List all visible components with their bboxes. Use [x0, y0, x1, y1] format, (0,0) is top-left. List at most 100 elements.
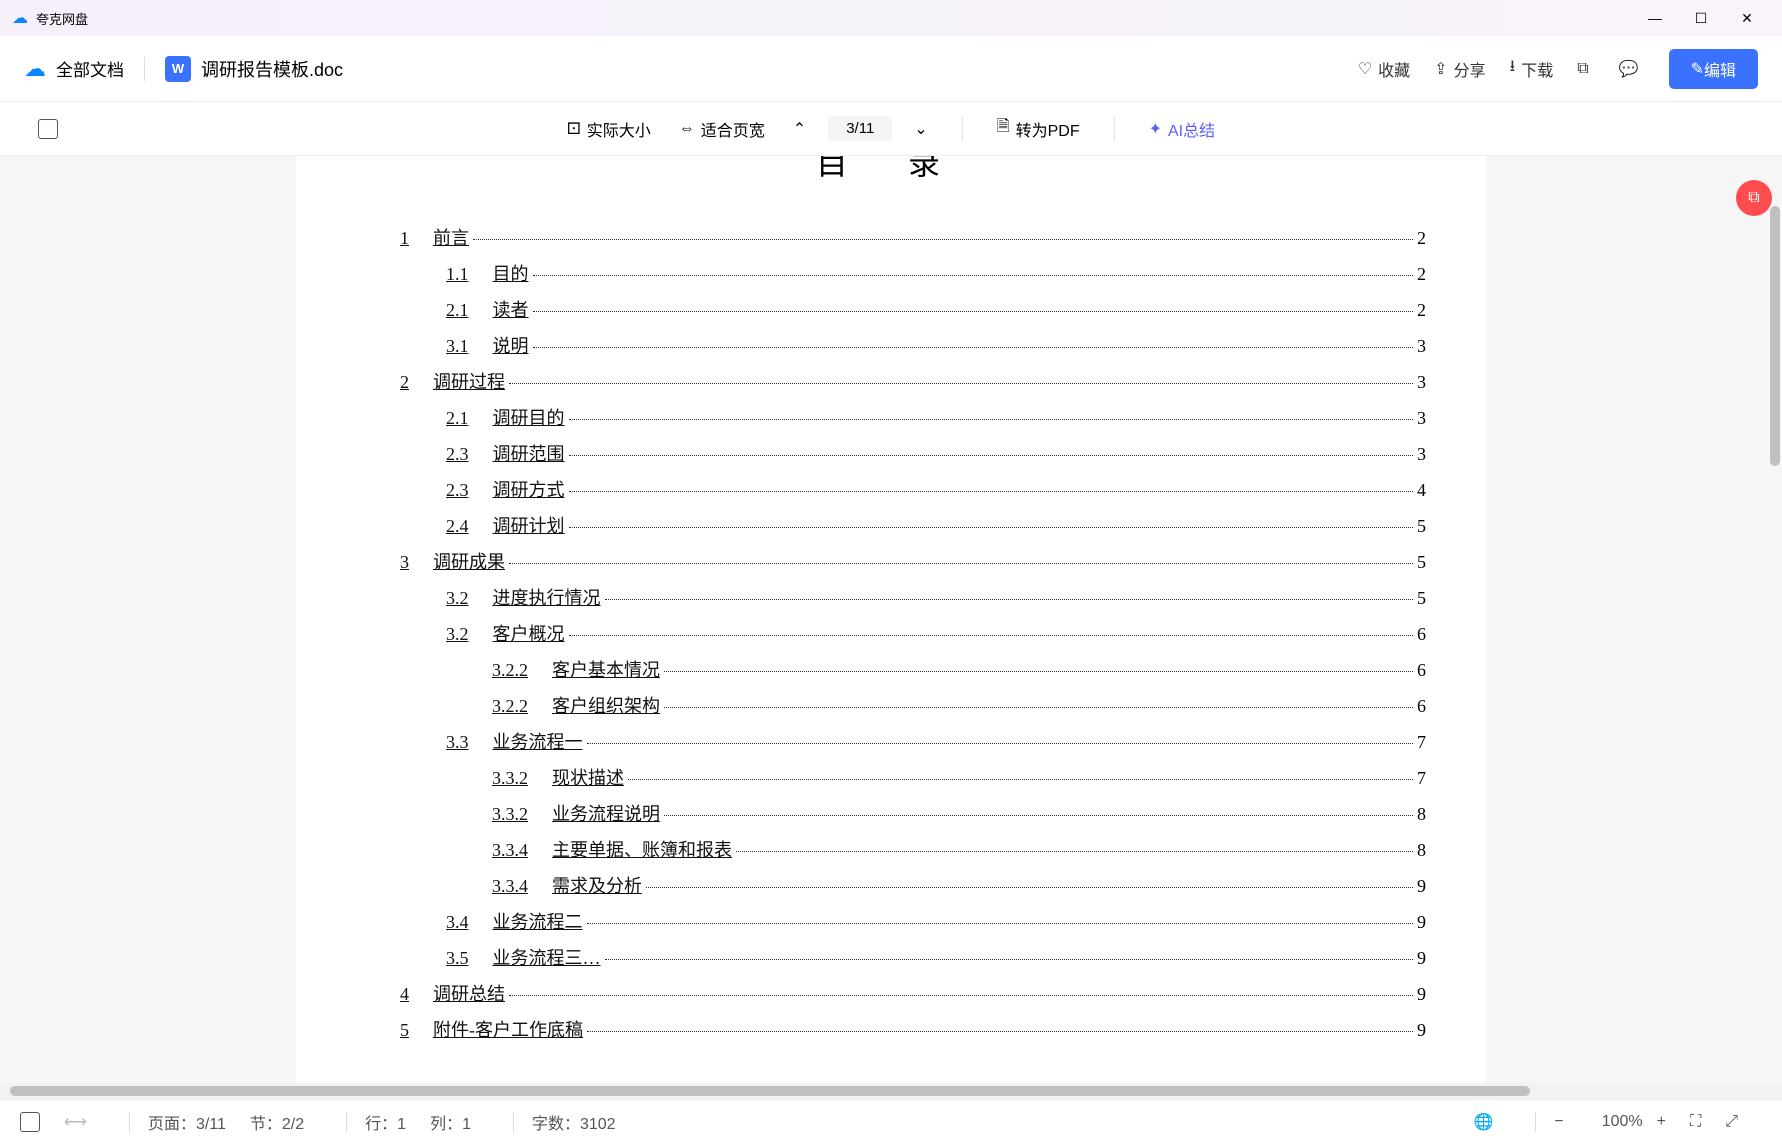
document-heading: 目 录 — [356, 156, 1426, 184]
toc-number: 3.4 — [446, 904, 469, 940]
toc-entry[interactable]: 3调研成果5 — [400, 544, 1426, 580]
toc-entry[interactable]: 3.3.4主要单据、账簿和报表8 — [492, 832, 1426, 868]
document-viewport[interactable]: 目 录 1前言21.1目的22.1读者23.1说明32调研过程32.1调研目的3… — [0, 156, 1782, 1083]
status-word-count: 字数：3102 — [532, 1110, 616, 1134]
zoom-value: 100% — [1602, 1113, 1643, 1131]
toc-entry[interactable]: 3.4业务流程二9 — [446, 904, 1426, 940]
fit-button[interactable]: ⛶ — [1690, 1113, 1701, 1131]
toc-entry[interactable]: 3.2.2客户基本情况6 — [492, 652, 1426, 688]
status-col: 列：1 — [430, 1110, 471, 1134]
main-toolbar: ☁ 全部文档 W 调研报告模板.doc ♡收藏 ⇪分享 ⭳下载 ⧉ 💬 ✎编辑 — [0, 36, 1782, 102]
fullscreen-icon: ⤢ — [1725, 1113, 1738, 1131]
toc-number: 3.3.4 — [492, 832, 528, 868]
toc-number: 3.3 — [446, 724, 469, 760]
share-icon: ⇪ — [1434, 59, 1447, 79]
download-button[interactable]: ⭳下载 — [1510, 55, 1554, 82]
toc-leader — [664, 707, 1413, 708]
outline-button[interactable] — [20, 1112, 40, 1132]
pop-out-button[interactable]: ⧉ — [1577, 60, 1594, 78]
scrollbar-thumb[interactable] — [10, 1086, 1530, 1096]
toc-entry[interactable]: 2.3调研方式4 — [446, 472, 1426, 508]
toc-entry[interactable]: 2.3调研范围3 — [446, 436, 1426, 472]
pdf-icon: 🗎 — [997, 115, 1010, 142]
toc-entry[interactable]: 1.1目的2 — [446, 256, 1426, 292]
share-label: 分享 — [1454, 57, 1486, 81]
toc-number: 1.1 — [446, 256, 469, 292]
actual-size-button[interactable]: ⚀实际大小 — [567, 117, 651, 141]
toc-leader — [509, 383, 1413, 384]
toc-text: 前言 — [433, 220, 469, 256]
zoom-in-button[interactable]: + — [1657, 1113, 1666, 1131]
ai-summary-label: AI总结 — [1168, 117, 1215, 141]
table-of-contents: 1前言21.1目的22.1读者23.1说明32调研过程32.1调研目的32.3调… — [356, 220, 1426, 1048]
toc-entry[interactable]: 3.3业务流程一7 — [446, 724, 1426, 760]
comment-button[interactable]: 💬 — [1619, 59, 1645, 79]
toc-page: 2 — [1417, 220, 1426, 256]
share-button[interactable]: ⇪ 分享 — [1434, 57, 1485, 81]
toc-text: 调研目的 — [493, 400, 565, 436]
toc-entry[interactable]: 2调研过程3 — [400, 364, 1426, 400]
word-doc-icon: W — [165, 56, 191, 82]
window-minimize-button[interactable]: — — [1632, 0, 1678, 36]
toc-leader — [533, 347, 1414, 348]
toc-entry[interactable]: 3.3.2业务流程说明8 — [492, 796, 1426, 832]
toc-page: 8 — [1417, 796, 1426, 832]
ai-summary-button[interactable]: ✦AI总结 — [1149, 117, 1216, 141]
toc-entry[interactable]: 2.1调研目的3 — [446, 400, 1426, 436]
toc-text: 调研成果 — [433, 544, 505, 580]
language-button[interactable]: 🌐 — [1473, 1112, 1493, 1132]
toc-text: 目的 — [493, 256, 529, 292]
ruler-button[interactable]: ⟷ — [64, 1112, 87, 1132]
chevron-down-icon: ⌄ — [914, 119, 927, 139]
zoom-out-button[interactable]: − — [1554, 1113, 1563, 1131]
toc-page: 2 — [1417, 292, 1426, 328]
divider — [513, 1112, 514, 1132]
toc-entry[interactable]: 3.2客户概况6 — [446, 616, 1426, 652]
toc-entry[interactable]: 3.1说明3 — [446, 328, 1426, 364]
toc-entry[interactable]: 3.3.2现状描述7 — [492, 760, 1426, 796]
toc-number: 2.4 — [446, 508, 469, 544]
toc-page: 9 — [1417, 904, 1426, 940]
toc-number: 2.1 — [446, 292, 469, 328]
page-indicator[interactable]: 3/11 — [828, 116, 892, 141]
floating-action-button[interactable]: ⧉ — [1736, 180, 1772, 216]
cloud-app-icon: ☁ — [12, 8, 28, 28]
prev-page-button[interactable]: ⌃ — [793, 119, 806, 139]
window-maximize-button[interactable]: ☐ — [1678, 0, 1724, 36]
toc-number: 3.3.2 — [492, 796, 528, 832]
divider — [129, 1112, 130, 1132]
toc-entry[interactable]: 3.3.4需求及分析9 — [492, 868, 1426, 904]
fullscreen-button[interactable]: ⤢ — [1725, 1113, 1738, 1131]
toc-page: 3 — [1417, 400, 1426, 436]
to-pdf-button[interactable]: 🗎转为PDF — [997, 115, 1080, 142]
chevron-up-icon: ⌃ — [793, 119, 806, 139]
next-page-button[interactable]: ⌄ — [914, 119, 927, 139]
toc-entry[interactable]: 3.2.2客户组织架构6 — [492, 688, 1426, 724]
toc-leader — [533, 275, 1414, 276]
favorite-button[interactable]: ♡收藏 — [1358, 57, 1410, 81]
status-page: 页面：3/11 — [148, 1110, 226, 1134]
toc-text: 调研范围 — [493, 436, 565, 472]
edit-button[interactable]: ✎编辑 — [1669, 49, 1758, 89]
toc-text: 业务流程一 — [493, 724, 583, 760]
list-icon — [20, 1112, 40, 1132]
toc-entry[interactable]: 3.2进度执行情况5 — [446, 580, 1426, 616]
sidebar-toggle-button[interactable] — [38, 119, 58, 139]
window-close-button[interactable]: ✕ — [1724, 0, 1770, 36]
toc-number: 3.2.2 — [492, 652, 528, 688]
fit-width-button[interactable]: ⇔适合页宽 — [679, 117, 765, 141]
toc-entry[interactable]: 2.1读者2 — [446, 292, 1426, 328]
status-row: 行：1 — [365, 1110, 406, 1134]
toc-entry[interactable]: 3.5业务流程三…9 — [446, 940, 1426, 976]
toc-entry[interactable]: 5附件-客户工作底稿9 — [400, 1012, 1426, 1048]
toc-entry[interactable]: 1前言2 — [400, 220, 1426, 256]
vertical-scrollbar[interactable] — [1770, 206, 1780, 466]
horizontal-scrollbar[interactable] — [0, 1083, 1782, 1099]
toc-entry[interactable]: 4调研总结9 — [400, 976, 1426, 1012]
toc-number: 2 — [400, 364, 409, 400]
toc-page: 6 — [1417, 688, 1426, 724]
toc-number: 3.1 — [446, 328, 469, 364]
toc-entry[interactable]: 2.4调研计划5 — [446, 508, 1426, 544]
toc-number: 2.3 — [446, 472, 469, 508]
all-docs-link[interactable]: 全部文档 — [56, 56, 124, 81]
